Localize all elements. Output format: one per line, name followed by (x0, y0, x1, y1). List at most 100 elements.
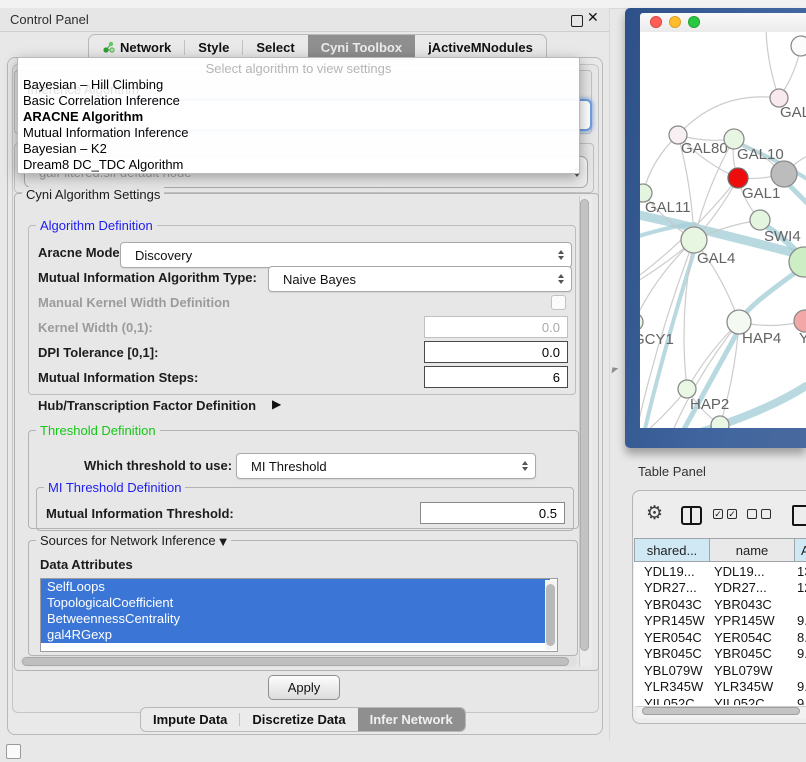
table-cell: YPR145W (710, 613, 795, 628)
manual-kernel-checkbox[interactable] (551, 295, 566, 310)
network-node-gray-node[interactable] (771, 161, 797, 187)
mi-threshold-input[interactable]: 0.5 (420, 502, 565, 524)
network-node-gcy1[interactable] (640, 313, 643, 331)
panel-divider[interactable] (609, 8, 610, 740)
network-window[interactable]: GALGAL80GAL10GAL1GAL11SWI4GAL4HAP4YGCY1H… (625, 8, 806, 448)
node-label: SWI4 (764, 228, 801, 245)
manual-kernel-label: Manual Kernel Width Definition (38, 296, 230, 310)
table-row[interactable]: YER054CYER054C8. (634, 629, 806, 646)
sources-legend[interactable]: Sources for Network Inference ▼ (36, 533, 231, 548)
hub-section-label[interactable]: Hub/Transcription Factor Definition (38, 399, 256, 413)
window-zoom-button[interactable] (688, 16, 700, 28)
network-node-y[interactable] (794, 310, 806, 332)
dock-mini-icon[interactable] (6, 744, 21, 759)
float-icon[interactable] (571, 15, 583, 27)
attribute-item[interactable]: SelfLoops (41, 579, 550, 595)
network-node-swi4[interactable] (750, 210, 770, 230)
mi-steps-input[interactable]: 6 (424, 366, 568, 388)
column-header[interactable]: shared... (634, 538, 710, 562)
node-label: GAL10 (737, 146, 784, 163)
table-cell: YDL19... (710, 564, 795, 579)
which-threshold-combo[interactable]: MI Threshold (236, 453, 536, 479)
table-cell: YBR043C (710, 597, 795, 612)
table-cell: YBR045C (634, 646, 710, 661)
kernel-width-input[interactable]: 0.0 (424, 316, 568, 338)
network-node-n-bottom[interactable] (711, 416, 729, 428)
column-header[interactable]: A (795, 538, 806, 562)
export-icon[interactable] (792, 505, 806, 526)
unchecked-box-icon (761, 509, 771, 519)
columns-icon[interactable] (681, 506, 702, 525)
table-row[interactable]: YBR045CYBR045C9. (634, 646, 806, 663)
bottom-tab-infer-network[interactable]: Infer Network (358, 708, 465, 731)
data-attributes-list[interactable]: SelfLoopsTopologicalCoefficientBetweenne… (40, 578, 558, 652)
aracne-mode-combo[interactable]: Discovery (120, 242, 572, 268)
apply-button[interactable]: Apply (268, 675, 340, 700)
network-edge[interactable] (766, 32, 779, 98)
table-cell: YLR345W (634, 679, 710, 694)
table-row[interactable]: YIL052CYIL052C9 (634, 695, 806, 705)
list-scrollbar-thumb[interactable] (546, 584, 555, 646)
table-row[interactable]: YPR145WYPR145W9. (634, 613, 806, 630)
tab-label: Cyni Toolbox (321, 40, 402, 55)
window-minimize-button[interactable] (669, 16, 681, 28)
checked-box-icon: ✓ (727, 509, 737, 519)
table-cell: YIL052C (710, 696, 795, 705)
network-canvas[interactable]: GALGAL80GAL10GAL1GAL11SWI4GAL4HAP4YGCY1H… (640, 32, 806, 428)
table-row[interactable]: YLR345WYLR345W9. (634, 679, 806, 696)
gear-icon[interactable]: ⚙ (646, 504, 663, 523)
network-icon (102, 41, 115, 54)
column-header[interactable]: name (710, 538, 795, 562)
collapse-down-icon[interactable]: ▼ (219, 537, 227, 548)
network-edge[interactable] (678, 97, 779, 135)
node-label: GAL (780, 104, 806, 121)
bottom-tab-discretize-data[interactable]: Discretize Data (240, 708, 357, 731)
algorithm-option[interactable]: Basic Correlation Inference (18, 93, 579, 109)
algorithm-option[interactable]: Bayesian – K2 (18, 141, 579, 157)
algorithm-option[interactable]: Mutual Information Inference (18, 125, 579, 141)
attribute-item[interactable]: BetweennessCentrality (41, 611, 550, 627)
mi-type-value: Naive Bayes (283, 267, 356, 291)
table-row[interactable]: YBR043CYBR043C (634, 596, 806, 613)
attribute-item[interactable]: gal4RGexp (41, 627, 550, 643)
close-icon[interactable]: ✕ (587, 10, 599, 26)
attribute-item[interactable]: TopologicalCoefficient (41, 595, 550, 611)
table-cell: YIL052C (634, 696, 710, 705)
network-edge[interactable] (643, 135, 678, 193)
settings-vertical-scrollbar-thumb[interactable] (580, 199, 589, 651)
node-label: GCY1 (640, 331, 674, 348)
table-cell: YBL079W (710, 663, 795, 678)
algorithm-option[interactable]: Dream8 DC_TDC Algorithm (18, 157, 579, 173)
table-cell: 9. (795, 679, 806, 694)
application-window: Control Panel ✕ NetworkStyleSelectCyni T… (0, 0, 806, 762)
dpi-tolerance-input[interactable]: 0.0 (424, 341, 568, 363)
algorithm-option[interactable]: ARACNE Algorithm (18, 109, 579, 125)
expand-right-icon[interactable]: ▶ (272, 397, 281, 411)
table-cell: YER054C (710, 630, 795, 645)
mi-type-combo[interactable]: Naive Bayes (268, 266, 572, 292)
algorithm-option[interactable]: Bayesian – Hill Climbing (18, 77, 579, 93)
network-node-n-top[interactable] (791, 36, 806, 56)
window-close-button[interactable] (650, 16, 662, 28)
table-cell: 9. (795, 646, 806, 661)
table-row[interactable]: YDL19...YDL19...13 (634, 563, 806, 580)
table-row[interactable]: YBL079WYBL079W (634, 662, 806, 679)
settings-horizontal-scrollbar-thumb[interactable] (22, 657, 569, 666)
mouse-cursor: ◤ (611, 366, 618, 376)
node-label: GAL1 (742, 185, 780, 202)
table-cell: YER054C (634, 630, 710, 645)
network-window-titlebar[interactable] (640, 13, 806, 33)
select-all-icon[interactable]: ✓ ✓ (713, 509, 737, 519)
node-label: Y (799, 330, 806, 347)
table-cell: YBR043C (634, 597, 710, 612)
table-header-row: shared...nameA (634, 538, 806, 562)
mi-threshold-label: Mutual Information Threshold: (46, 507, 234, 521)
mi-type-label: Mutual Information Algorithm Type: (38, 271, 257, 285)
stepper-arrows-icon (522, 461, 528, 471)
table-horizontal-scrollbar-thumb[interactable] (642, 707, 800, 715)
deselect-all-icon[interactable] (747, 509, 771, 519)
network-graph[interactable]: GALGAL80GAL10GAL1GAL11SWI4GAL4HAP4YGCY1H… (640, 32, 806, 428)
network-edge-teal[interactable] (788, 184, 806, 206)
table-row[interactable]: YDR27...YDR27...12 (634, 580, 806, 597)
bottom-tab-impute-data[interactable]: Impute Data (141, 708, 239, 731)
